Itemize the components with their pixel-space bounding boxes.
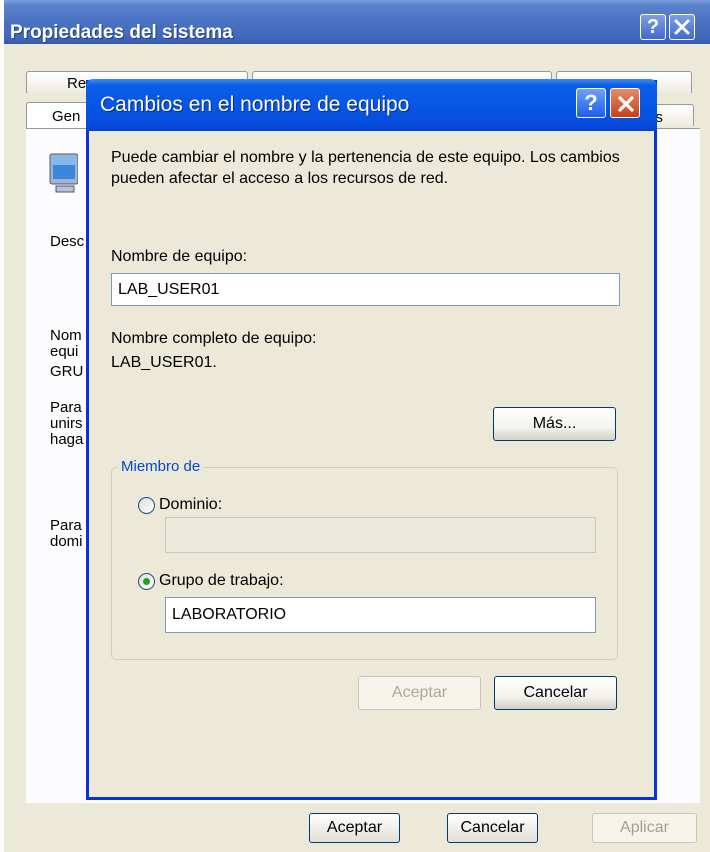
- domain-radio-label[interactable]: Dominio:: [159, 496, 222, 514]
- domain-input: [165, 517, 596, 553]
- computer-name-dialog: Cambios en el nombre de equipo ? Puede c…: [86, 79, 657, 800]
- workgroup-input[interactable]: [165, 597, 596, 633]
- text-line: Para: [50, 517, 82, 534]
- close-icon: [674, 19, 690, 35]
- dialog-description: Puede cambiar el nombre y la pertenencia…: [111, 149, 620, 187]
- dialog-help-button[interactable]: ?: [576, 88, 606, 118]
- close-button[interactable]: [669, 14, 695, 40]
- cancel-button[interactable]: Cancelar: [447, 813, 538, 843]
- radio-selected-dot: [143, 578, 150, 585]
- text-line: equi: [50, 343, 79, 360]
- close-icon: [618, 96, 634, 112]
- full-computer-name-value: LAB_USER01.: [111, 354, 217, 371]
- more-button[interactable]: Más...: [493, 407, 616, 441]
- help-button[interactable]: ?: [640, 14, 666, 40]
- workgroup-radio[interactable]: [138, 573, 155, 590]
- text-line: unirs: [50, 415, 83, 432]
- full-computer-name-label: Nombre completo de equipo:: [111, 330, 317, 347]
- computer-name-input[interactable]: [111, 273, 620, 306]
- dialog-titlebar[interactable]: Cambios en el nombre de equipo ?: [86, 79, 657, 131]
- dialog-title: Cambios en el nombre de equipo: [100, 93, 410, 116]
- join-instructions-partial: Para unirs haga: [50, 400, 83, 448]
- text-line: domi: [50, 533, 83, 550]
- tab-label: Re: [67, 75, 87, 92]
- dialog-cancel-button[interactable]: Cancelar: [494, 676, 617, 710]
- description-label-partial: Desc: [50, 233, 85, 250]
- dialog-close-button[interactable]: [610, 88, 640, 118]
- member-of-label: Miembro de: [118, 458, 204, 475]
- computer-name-label: Nombre de equipo:: [111, 248, 248, 265]
- text-line: haga: [50, 431, 84, 448]
- text-line: Nom: [50, 327, 82, 344]
- apply-button: Aplicar: [592, 813, 697, 843]
- ok-button[interactable]: Aceptar: [309, 813, 400, 843]
- domain-radio[interactable]: [138, 497, 155, 514]
- tab-label: Gen: [52, 108, 81, 125]
- text-line: Para: [50, 399, 82, 416]
- workgroup-value-partial: GRU: [50, 363, 84, 380]
- computer-icon: [49, 153, 78, 193]
- domain-instructions-partial: Para domi: [50, 518, 83, 550]
- computer-name-label-partial: Nom equi: [50, 328, 82, 360]
- system-properties-titlebar[interactable]: Propiedades del sistema ?: [4, 0, 710, 44]
- window-title: Propiedades del sistema: [10, 22, 233, 43]
- dialog-ok-button: Aceptar: [358, 676, 481, 710]
- workgroup-radio-label[interactable]: Grupo de trabajo:: [159, 572, 284, 590]
